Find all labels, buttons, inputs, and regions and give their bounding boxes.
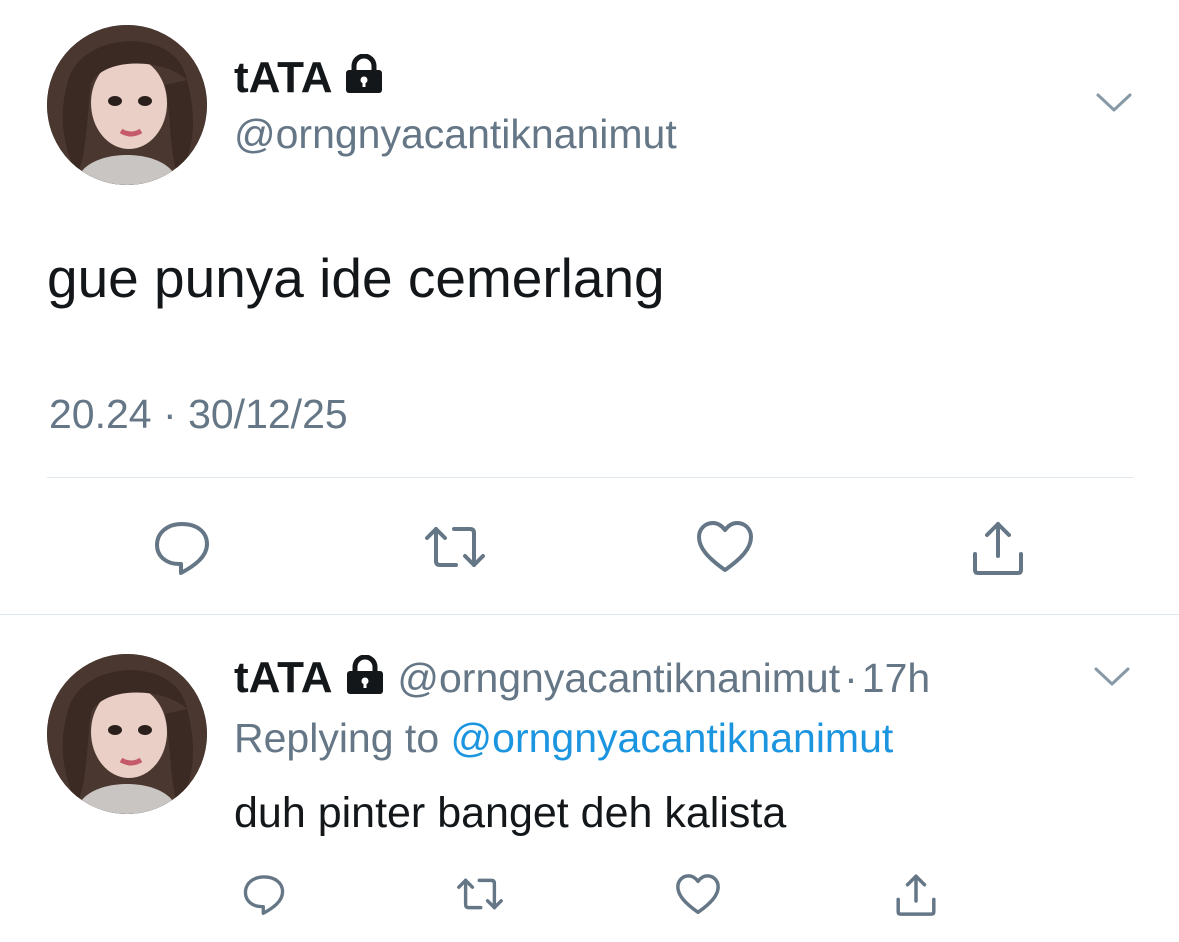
heart-icon — [676, 873, 720, 914]
replying-to-label: Replying to — [234, 715, 440, 761]
reply-text: duh pinter banget deh kalista — [234, 789, 787, 837]
share-button[interactable] — [961, 510, 1035, 584]
avatar-photo — [47, 654, 207, 814]
lock-icon — [343, 53, 385, 106]
heart-icon — [697, 521, 753, 572]
chevron-down-icon[interactable] — [1092, 662, 1132, 692]
display-name-text: tATA — [234, 53, 331, 102]
avatar[interactable] — [47, 25, 207, 185]
divider — [47, 477, 1133, 478]
reply-age: 17h — [861, 655, 931, 701]
separator-dot: · — [163, 391, 177, 437]
chevron-down-icon[interactable] — [1094, 88, 1134, 118]
tweet-text: gue punya ide cemerlang — [47, 247, 665, 309]
lock-icon — [344, 654, 386, 707]
comment-icon — [155, 522, 209, 575]
retweet-button[interactable] — [418, 510, 492, 584]
retweet-icon — [457, 878, 503, 910]
display-name[interactable]: tATA — [234, 52, 385, 106]
reply-display-name[interactable]: tATA — [234, 653, 333, 702]
like-button[interactable] — [688, 510, 762, 584]
replying-to-handle[interactable]: @orngnyacantiknanimut — [451, 715, 894, 761]
reply-avatar[interactable] — [47, 654, 207, 814]
retweet-icon — [425, 527, 485, 567]
user-handle[interactable]: @orngnyacantiknanimut — [234, 110, 677, 158]
retweet-button[interactable] — [452, 866, 508, 922]
avatar-photo — [47, 25, 207, 185]
section-divider — [0, 614, 1179, 615]
reply-button[interactable] — [145, 510, 219, 584]
comment-icon — [243, 875, 285, 915]
reply-handle[interactable]: @orngnyacantiknanimut — [397, 655, 840, 701]
tweet-timestamp[interactable]: 20.24 · 30/12/25 — [49, 390, 348, 438]
replying-to: Replying to @orngnyacantiknanimut — [234, 712, 893, 764]
reply-button[interactable] — [236, 866, 292, 922]
share-button[interactable] — [888, 866, 944, 922]
reply-header: tATA @orngnyacantiknanimut·17h — [234, 652, 930, 707]
tweet-date: 30/12/25 — [188, 391, 348, 437]
like-button[interactable] — [670, 866, 726, 922]
share-icon — [973, 522, 1023, 575]
separator-dot: · — [844, 655, 858, 701]
tweet-time: 20.24 — [49, 391, 152, 437]
share-icon — [896, 874, 936, 916]
